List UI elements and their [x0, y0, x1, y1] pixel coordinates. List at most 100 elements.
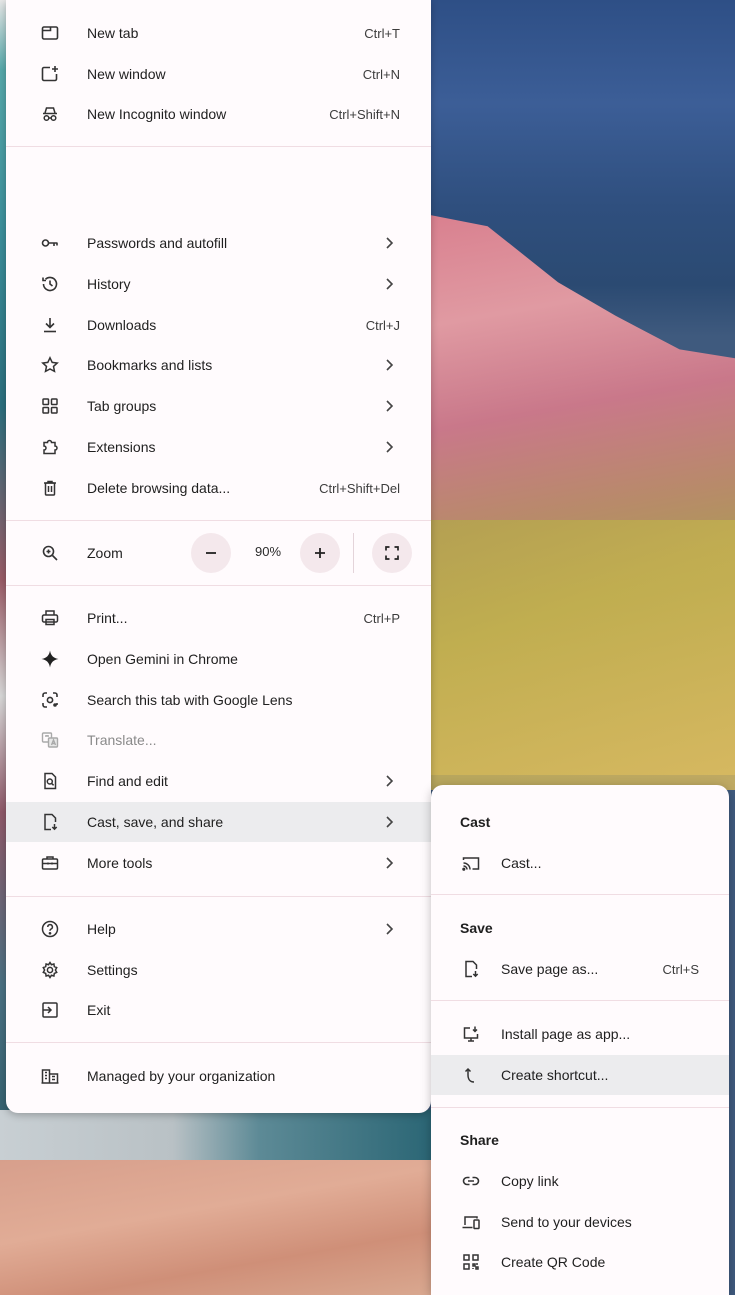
new-tab-icon: [40, 23, 60, 43]
submenu-divider: [431, 1000, 729, 1001]
menu-item-help[interactable]: Help: [6, 909, 431, 949]
menu-item-label: Extensions: [87, 439, 156, 455]
menu-item-bookmarks[interactable]: Bookmarks and lists: [6, 345, 431, 385]
cast-icon: [461, 853, 481, 873]
wallpaper-slope: [430, 520, 735, 790]
menu-divider: [6, 146, 431, 147]
install-app-icon: [461, 1024, 481, 1044]
zoom-in-button[interactable]: [300, 533, 340, 573]
menu-item-managed[interactable]: Managed by your organization: [6, 1056, 431, 1096]
shortcut-label: Ctrl+N: [362, 66, 400, 82]
menu-item-exit[interactable]: Exit: [6, 990, 431, 1030]
menu-item-label: More tools: [87, 855, 153, 871]
submenu-item-qr-code[interactable]: Create QR Code: [431, 1242, 729, 1282]
shortcut-label: Ctrl+P: [363, 610, 400, 626]
menu-item-google-lens[interactable]: Search this tab with Google Lens: [6, 680, 431, 720]
zoom-out-button[interactable]: [191, 533, 231, 573]
submenu-divider: [431, 1107, 729, 1108]
menu-item-label: Settings: [87, 962, 138, 978]
submenu-item-install-app[interactable]: Install page as app...: [431, 1014, 729, 1054]
submenu-item-label: Send to your devices: [501, 1214, 632, 1230]
gear-icon: [40, 960, 60, 980]
submenu-item-label: Install page as app...: [501, 1026, 631, 1042]
submenu-item-label: Save page as...: [501, 961, 599, 977]
zoom-level: 90%: [254, 544, 282, 559]
puzzle-icon: [40, 437, 60, 457]
submenu-item-label: Create QR Code: [501, 1254, 606, 1270]
history-icon: [40, 274, 60, 294]
share-heading: Share: [460, 1132, 499, 1148]
save-heading: Save: [460, 920, 493, 936]
qr-code-icon: [461, 1252, 481, 1272]
menu-item-open-gemini[interactable]: Open Gemini in Chrome: [6, 639, 431, 679]
submenu-item-send-devices[interactable]: Send to your devices: [431, 1202, 729, 1242]
find-page-icon: [40, 771, 60, 791]
menu-divider: [6, 585, 431, 586]
submenu-item-copy-link[interactable]: Copy link: [431, 1161, 729, 1201]
building-icon: [40, 1066, 60, 1086]
chrome-main-menu: New tab Ctrl+T New window Ctrl+N New Inc…: [6, 0, 431, 1113]
menu-item-label: Downloads: [87, 317, 157, 333]
submenu-item-label: Cast...: [501, 855, 542, 871]
menu-item-passwords[interactable]: Passwords and autofill: [6, 223, 431, 263]
fullscreen-button[interactable]: [372, 533, 412, 573]
fullscreen-icon: [385, 546, 399, 560]
incognito-icon: [40, 104, 60, 124]
menu-item-new-window[interactable]: New window Ctrl+N: [6, 54, 431, 94]
chevron-right-icon: [386, 775, 394, 787]
submenu-item-save-page[interactable]: Save page as... Ctrl+S: [431, 949, 729, 989]
menu-item-label: New window: [87, 66, 166, 82]
menu-item-label: Managed by your organization: [87, 1068, 276, 1084]
shortcut-label: Ctrl+S: [662, 961, 699, 977]
menu-item-new-incognito[interactable]: New Incognito window Ctrl+Shift+N: [6, 94, 431, 134]
menu-item-more-tools[interactable]: More tools: [6, 843, 431, 883]
menu-item-translate[interactable]: Translate...: [6, 720, 431, 760]
menu-item-new-tab[interactable]: New tab Ctrl+T: [6, 13, 431, 53]
submenu-item-create-shortcut[interactable]: Create shortcut...: [431, 1055, 729, 1095]
menu-item-find-and-edit[interactable]: Find and edit: [6, 761, 431, 801]
submenu-item-cast[interactable]: Cast...: [431, 843, 729, 883]
menu-item-label: Open Gemini in Chrome: [87, 651, 238, 667]
chevron-right-icon: [386, 816, 394, 828]
chevron-right-icon: [386, 400, 394, 412]
trash-icon: [40, 478, 60, 498]
cast-save-share-submenu: Cast Cast... Save Save page as... Ctrl+S…: [431, 785, 729, 1295]
link-icon: [461, 1171, 481, 1191]
printer-icon: [40, 608, 60, 628]
menu-divider: [6, 896, 431, 897]
menu-item-label: Find and edit: [87, 773, 168, 789]
chevron-right-icon: [386, 857, 394, 869]
menu-item-label: Print...: [87, 610, 128, 626]
star-icon: [40, 355, 60, 375]
menu-item-cast-save-share[interactable]: Cast, save, and share: [6, 802, 431, 842]
menu-item-label: Search this tab with Google Lens: [87, 692, 293, 708]
toolbox-icon: [40, 853, 60, 873]
menu-item-extensions[interactable]: Extensions: [6, 427, 431, 467]
menu-item-delete-browsing-data[interactable]: Delete browsing data... Ctrl+Shift+Del: [6, 468, 431, 508]
tab-groups-icon: [40, 396, 60, 416]
minus-icon: [206, 552, 216, 554]
submenu-item-label: Create shortcut...: [501, 1067, 609, 1083]
shortcut-label: Ctrl+Shift+Del: [319, 480, 400, 496]
new-window-icon: [40, 64, 60, 84]
plus-icon: [315, 548, 325, 558]
help-icon: [40, 919, 60, 939]
menu-item-tab-groups[interactable]: Tab groups: [6, 386, 431, 426]
lens-icon: [40, 690, 60, 710]
submenu-item-label: Copy link: [501, 1173, 559, 1189]
menu-item-label: History: [87, 276, 131, 292]
chevron-right-icon: [386, 359, 394, 371]
menu-item-print[interactable]: Print... Ctrl+P: [6, 598, 431, 638]
shortcut-label: Ctrl+T: [364, 25, 400, 41]
wallpaper-sand: [0, 1160, 432, 1295]
menu-item-label: Tab groups: [87, 398, 157, 414]
download-icon: [40, 315, 60, 335]
menu-item-label: Passwords and autofill: [87, 235, 228, 251]
save-page-icon: [461, 959, 481, 979]
menu-item-downloads[interactable]: Downloads Ctrl+J: [6, 305, 431, 345]
cast-heading: Cast: [460, 814, 491, 830]
menu-item-label: Cast, save, and share: [87, 814, 224, 830]
menu-item-settings[interactable]: Settings: [6, 950, 431, 990]
menu-item-history[interactable]: History: [6, 264, 431, 304]
menu-item-label: New Incognito window: [87, 106, 227, 122]
